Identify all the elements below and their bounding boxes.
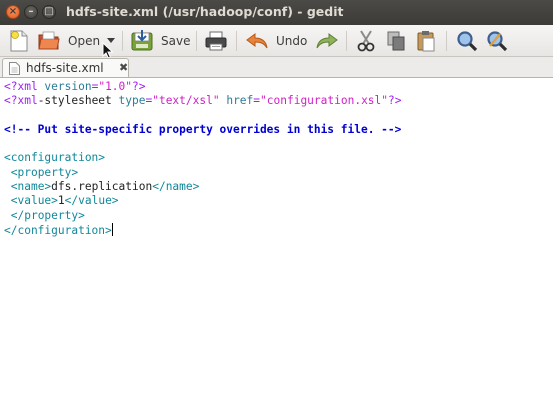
toolbar-separator — [122, 31, 123, 51]
code-token-tag: </configuration> — [4, 223, 112, 237]
window-controls: × – □ — [6, 5, 56, 20]
new-document-icon — [10, 30, 28, 52]
open-folder-icon — [38, 31, 60, 50]
code-token-str: "configuration.xsl" — [260, 94, 389, 108]
code-token-pi: ?> — [388, 94, 402, 108]
code-line[interactable] — [4, 137, 402, 151]
copy-icon — [387, 31, 405, 51]
find-replace-icon — [487, 31, 508, 52]
gedit-window: × – □ hdfs-site.xml (/usr/hadoop/conf) -… — [0, 0, 553, 404]
cut-button[interactable] — [356, 29, 376, 53]
paste-button[interactable] — [416, 29, 436, 53]
save-label: Save — [161, 34, 191, 48]
close-icon: × — [8, 6, 18, 17]
code-token-txt: dfs.replication — [51, 180, 153, 194]
code-line[interactable]: <!-- Put site-specific property override… — [4, 123, 402, 137]
code-token-txt: -stylesheet — [37, 94, 119, 108]
toolbar-separator — [446, 31, 447, 51]
code-line[interactable]: <property> — [4, 166, 402, 180]
code-line[interactable]: <?xml-stylesheet type="text/xsl" href="c… — [4, 94, 402, 108]
maximize-icon: □ — [44, 6, 54, 17]
code-token-tag: <property> — [10, 165, 79, 179]
code-token-tag: <configuration> — [4, 151, 106, 165]
editor-content[interactable]: <?xml version="1.0"?> <?xml-stylesheet ty… — [4, 80, 402, 237]
close-window-button[interactable]: × — [6, 5, 20, 19]
save-icon — [131, 30, 153, 51]
minimize-icon: – — [28, 6, 34, 17]
code-line[interactable] — [4, 109, 402, 123]
new-document-button[interactable] — [9, 29, 29, 53]
code-token-attr: href — [226, 94, 254, 108]
find-replace-button[interactable] — [486, 29, 508, 53]
paste-icon — [417, 31, 435, 52]
toolbar-separator — [346, 31, 347, 51]
code-line[interactable]: <configuration> — [4, 151, 402, 165]
code-token-str: "text/xsl" — [152, 94, 220, 108]
code-line[interactable]: <name>dfs.replication</name> — [4, 180, 402, 194]
code-token-tag: </value> — [64, 194, 119, 208]
toolbar: Open Save Undo — [0, 25, 553, 57]
document-tab-bar: hdfs-site.xml ✖ — [0, 57, 553, 77]
code-token-pi: ?> — [132, 80, 146, 93]
code-line[interactable]: </property> — [4, 209, 402, 223]
code-token-attr: version — [44, 80, 92, 93]
tab-hdfs-site-xml[interactable]: hdfs-site.xml ✖ — [2, 58, 129, 77]
title-bar[interactable]: × – □ hdfs-site.xml (/usr/hadoop/conf) -… — [0, 0, 553, 25]
undo-icon — [246, 33, 268, 49]
maximize-window-button[interactable]: □ — [42, 5, 56, 19]
window-title: hdfs-site.xml (/usr/hadoop/conf) - gedit — [66, 4, 344, 19]
open-button[interactable]: Open — [38, 29, 100, 53]
cut-icon — [357, 30, 375, 52]
code-token-pi: <?xml — [4, 94, 38, 108]
code-token-tag: </name> — [152, 180, 200, 194]
undo-label: Undo — [276, 34, 308, 48]
undo-button[interactable]: Undo — [246, 29, 307, 53]
code-token-str: "1.0" — [98, 80, 133, 93]
text-caret — [111, 222, 113, 236]
tab-label: hdfs-site.xml — [26, 61, 104, 75]
code-token-tag: <value> — [10, 194, 58, 208]
code-line[interactable]: <?xml version="1.0"?> — [4, 80, 402, 94]
copy-button[interactable] — [386, 29, 406, 53]
find-button[interactable] — [456, 29, 478, 53]
code-token-tag: <name> — [10, 180, 52, 194]
toolbar-separator — [196, 31, 197, 51]
open-label: Open — [68, 34, 101, 48]
code-token-tag: </property> — [10, 208, 85, 222]
print-icon — [205, 31, 227, 51]
redo-button[interactable] — [316, 29, 338, 53]
code-token-cmt: <!-- Put site-specific property override… — [4, 122, 402, 136]
close-tab-icon[interactable]: ✖ — [119, 62, 128, 73]
text-file-icon — [9, 62, 20, 75]
redo-icon — [316, 33, 338, 49]
code-line[interactable]: <value>1</value> — [4, 194, 402, 208]
code-line[interactable]: </configuration> — [4, 222, 402, 237]
toolbar-separator — [236, 31, 237, 51]
code-token-txt: 1 — [57, 194, 65, 208]
code-token-pi: <?xml — [4, 80, 45, 93]
find-icon — [457, 31, 478, 52]
code-token-attr: type — [118, 94, 146, 108]
save-button[interactable]: Save — [131, 29, 190, 53]
print-button[interactable] — [205, 29, 227, 53]
minimize-window-button[interactable]: – — [24, 5, 38, 19]
text-editor[interactable]: <?xml version="1.0"?> <?xml-stylesheet ty… — [0, 77, 553, 404]
